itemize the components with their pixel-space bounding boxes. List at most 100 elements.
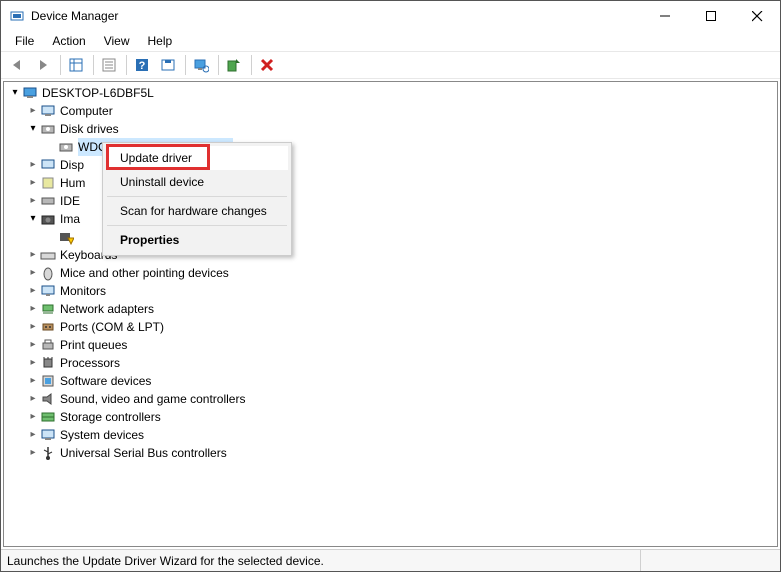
minimize-button[interactable] (642, 1, 688, 31)
tree-node-print-queues[interactable]: ▸ Print queues (8, 336, 777, 354)
expand-icon[interactable]: ▸ (26, 372, 40, 390)
expand-icon[interactable]: ▸ (26, 156, 40, 174)
tree-node-processors[interactable]: ▸ Processors (8, 354, 777, 372)
maximize-button[interactable] (688, 1, 734, 31)
expand-icon[interactable]: ▸ (26, 300, 40, 318)
node-label: Disp (60, 156, 84, 174)
expand-icon[interactable]: ▸ (26, 426, 40, 444)
separator (107, 196, 287, 197)
node-label: Monitors (60, 282, 106, 300)
tree-node-computer[interactable]: ▸ Computer (8, 102, 777, 120)
expand-icon[interactable]: ▸ (26, 174, 40, 192)
node-label: Disk drives (60, 120, 119, 138)
collapse-icon[interactable]: ▾ (26, 210, 40, 228)
show-hidden-button[interactable] (64, 53, 88, 77)
close-button[interactable] (734, 1, 780, 31)
menubar: File Action View Help (1, 31, 780, 51)
ctx-update-driver[interactable]: Update driver (106, 146, 288, 170)
node-label: Universal Serial Bus controllers (60, 444, 227, 462)
tree-node-usb[interactable]: ▸ Universal Serial Bus controllers (8, 444, 777, 462)
disk-icon (40, 121, 56, 137)
camera-icon (40, 211, 56, 227)
context-menu: Update driver Uninstall device Scan for … (102, 142, 292, 256)
usb-icon (40, 445, 56, 461)
camera-warning-icon (58, 229, 74, 245)
node-label: Ports (COM & LPT) (60, 318, 164, 336)
expand-icon[interactable]: ▸ (26, 246, 40, 264)
monitor-icon (40, 283, 56, 299)
ctx-uninstall-device[interactable]: Uninstall device (106, 170, 288, 194)
tree-node-system[interactable]: ▸ System devices (8, 426, 777, 444)
tree-node-mice[interactable]: ▸ Mice and other pointing devices (8, 264, 777, 282)
tree-root[interactable]: ▾ DESKTOP-L6DBF5L (8, 84, 777, 102)
node-label: Print queues (60, 336, 127, 354)
expand-icon[interactable]: ▸ (26, 336, 40, 354)
scan-hardware-button-1[interactable] (189, 53, 213, 77)
tree-node-sound[interactable]: ▸ Sound, video and game controllers (8, 390, 777, 408)
menu-view[interactable]: View (96, 32, 138, 50)
window-controls (642, 1, 780, 31)
app-icon (9, 8, 25, 24)
svg-text:?: ? (139, 60, 146, 72)
expand-icon[interactable]: ▸ (26, 264, 40, 282)
network-icon (40, 301, 56, 317)
device-tree-panel: ▾ DESKTOP-L6DBF5L ▸ Computer ▾ Disk driv… (3, 81, 778, 547)
menu-file[interactable]: File (7, 32, 42, 50)
sound-icon (40, 391, 56, 407)
software-icon (40, 373, 56, 389)
ctx-scan-hardware[interactable]: Scan for hardware changes (106, 199, 288, 223)
node-label: Storage controllers (60, 408, 161, 426)
node-label: IDE (60, 192, 80, 210)
storage-icon (40, 409, 56, 425)
tree-node-monitors[interactable]: ▸ Monitors (8, 282, 777, 300)
tree-node-network[interactable]: ▸ Network adapters (8, 300, 777, 318)
node-label: System devices (60, 426, 144, 444)
tree-root-label: DESKTOP-L6DBF5L (42, 84, 154, 102)
node-label: Processors (60, 354, 120, 372)
tree-node-disk-drives[interactable]: ▾ Disk drives (8, 120, 777, 138)
printer-icon (40, 337, 56, 353)
separator (107, 225, 287, 226)
ctx-properties[interactable]: Properties (106, 228, 288, 252)
scan-hardware-button-2[interactable] (222, 53, 246, 77)
node-label: Network adapters (60, 300, 154, 318)
update-driver-button[interactable] (156, 53, 180, 77)
expand-icon[interactable]: ▸ (26, 192, 40, 210)
forward-button[interactable] (31, 53, 55, 77)
properties-button[interactable] (97, 53, 121, 77)
disk-icon (58, 139, 74, 155)
collapse-icon[interactable]: ▾ (26, 120, 40, 138)
expand-icon[interactable]: ▸ (26, 318, 40, 336)
computer-icon (40, 103, 56, 119)
display-icon (40, 157, 56, 173)
cpu-icon (40, 355, 56, 371)
uninstall-button[interactable] (255, 53, 279, 77)
mouse-icon (40, 265, 56, 281)
back-button[interactable] (5, 53, 29, 77)
node-label: Software devices (60, 372, 151, 390)
statusbar-pane (640, 550, 780, 571)
node-label: Computer (60, 102, 113, 120)
expand-icon[interactable]: ▾ (8, 84, 22, 102)
titlebar: Device Manager (1, 1, 780, 31)
toolbar: ? (1, 51, 780, 79)
tree-node-storage[interactable]: ▸ Storage controllers (8, 408, 777, 426)
menu-help[interactable]: Help (140, 32, 181, 50)
device-manager-window: Device Manager File Action View Help ? (0, 0, 781, 572)
expand-icon[interactable]: ▸ (26, 354, 40, 372)
menu-action[interactable]: Action (44, 32, 93, 50)
expand-icon[interactable]: ▸ (26, 102, 40, 120)
help-button[interactable]: ? (130, 53, 154, 77)
expand-icon[interactable]: ▸ (26, 282, 40, 300)
expand-icon[interactable]: ▸ (26, 408, 40, 426)
expand-icon[interactable]: ▸ (26, 390, 40, 408)
expand-icon[interactable]: ▸ (26, 444, 40, 462)
system-icon (40, 427, 56, 443)
tree-node-software[interactable]: ▸ Software devices (8, 372, 777, 390)
keyboard-icon (40, 247, 56, 263)
tree-node-ports[interactable]: ▸ Ports (COM & LPT) (8, 318, 777, 336)
hid-icon (40, 175, 56, 191)
computer-icon (22, 85, 38, 101)
port-icon (40, 319, 56, 335)
device-tree: ▾ DESKTOP-L6DBF5L ▸ Computer ▾ Disk driv… (4, 82, 777, 462)
